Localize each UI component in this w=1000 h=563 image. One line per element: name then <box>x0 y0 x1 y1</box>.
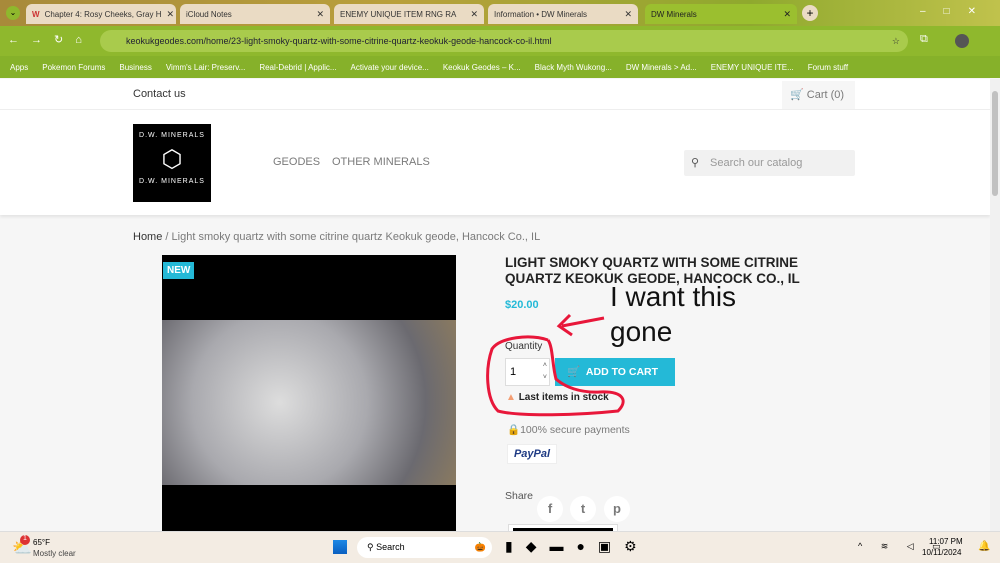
annotation-line: gone <box>610 316 673 347</box>
clock-date[interactable]: 10/11/2024 <box>922 548 961 557</box>
tab[interactable]: iCloud Notes ✕ <box>180 4 330 24</box>
tab-label: Chapter 4: Rosy Cheeks, Gray H <box>44 9 162 19</box>
tab-label: Information • DW Minerals <box>494 9 588 19</box>
annotation-scribble <box>486 313 625 417</box>
site-icon: W <box>32 9 40 19</box>
tab-bar: ⌄ W Chapter 4: Rosy Cheeks, Gray H ✕ iClou… <box>0 0 1000 26</box>
bookmark[interactable]: DW Minerals > Ad... <box>626 63 697 72</box>
window-controls[interactable]: –□✕ <box>920 6 994 17</box>
tab-label: ENEMY UNIQUE ITEM RNG RA <box>340 9 457 19</box>
bookmark[interactable]: Black Myth Wukong... <box>535 63 612 72</box>
tab[interactable]: W Chapter 4: Rosy Cheeks, Gray H ✕ <box>26 4 176 24</box>
red-arrow <box>556 313 605 337</box>
tab[interactable]: ENEMY UNIQUE ITEM RNG RA ✕ <box>334 4 484 24</box>
bookmark[interactable]: ENEMY UNIQUE ITE... <box>711 63 794 72</box>
notification-badge: 1 <box>20 535 30 545</box>
annotation-line: I want this <box>610 281 737 312</box>
close-icon[interactable]: ✕ <box>316 9 324 20</box>
bookmark[interactable]: Business <box>119 63 151 72</box>
url-input[interactable]: keokukgeodes.com/home/23-light-smoky-qua… <box>100 30 908 52</box>
scrollbar[interactable] <box>990 79 1000 531</box>
nav-buttons[interactable]: ←→↻⌂ <box>8 33 94 46</box>
annotation-text: I want this gone <box>610 279 736 349</box>
bookmark[interactable]: Keokuk Geodes – K... <box>443 63 521 72</box>
close-icon[interactable]: ✕ <box>167 9 175 20</box>
red-circle <box>486 335 625 417</box>
start-button[interactable] <box>333 540 347 554</box>
pinned-apps[interactable]: ▮◆▬●▣⚙ <box>505 538 650 555</box>
weather-text: Mostly clear <box>33 549 76 558</box>
bookmark[interactable]: Apps <box>10 63 28 72</box>
new-tab-button[interactable]: + <box>802 5 818 21</box>
tab-search-button[interactable]: ⌄ <box>6 6 20 20</box>
close-icon[interactable]: ✕ <box>783 9 791 20</box>
taskbar-search[interactable]: ⚲ Search 🎃 <box>357 537 492 558</box>
extensions-icon[interactable]: ⧉ <box>920 33 928 46</box>
avatar[interactable] <box>955 34 969 48</box>
tab-active[interactable]: DW Minerals ✕ <box>645 4 797 24</box>
url-text: keokukgeodes.com/home/23-light-smoky-qua… <box>126 36 552 46</box>
bookmark[interactable]: Vimm's Lair: Preserv... <box>166 63 245 72</box>
taskbar: ⛅ 1 65°F Mostly clear ⚲ Search 🎃 ▮◆▬●▣⚙ ^… <box>0 531 1000 563</box>
tab-label: DW Minerals <box>651 9 697 19</box>
bookmarks-bar: Apps Pokemon Forums Business Vimm's Lair… <box>0 56 1000 78</box>
clock-time[interactable]: 11:07 PM <box>929 537 963 546</box>
close-icon[interactable]: ✕ <box>624 9 632 20</box>
bookmark[interactable]: Forum stuff <box>808 63 848 72</box>
bell-icon[interactable]: 🔔 <box>978 541 990 552</box>
web-page: Contact us 🛒 Cart (0) D.W. MINERALS ⬡ D.W.… <box>0 79 990 531</box>
bookmark[interactable]: Real-Debrid | Applic... <box>259 63 336 72</box>
tab-label: iCloud Notes <box>186 9 232 19</box>
temperature: 65°F <box>33 538 50 547</box>
bookmark[interactable]: Activate your device... <box>351 63 429 72</box>
close-icon[interactable]: ✕ <box>470 9 478 20</box>
search-label: Search <box>376 542 405 552</box>
tab[interactable]: Information • DW Minerals ✕ <box>488 4 638 24</box>
star-icon[interactable]: ☆ <box>892 30 900 52</box>
bookmark[interactable]: Pokemon Forums <box>42 63 105 72</box>
